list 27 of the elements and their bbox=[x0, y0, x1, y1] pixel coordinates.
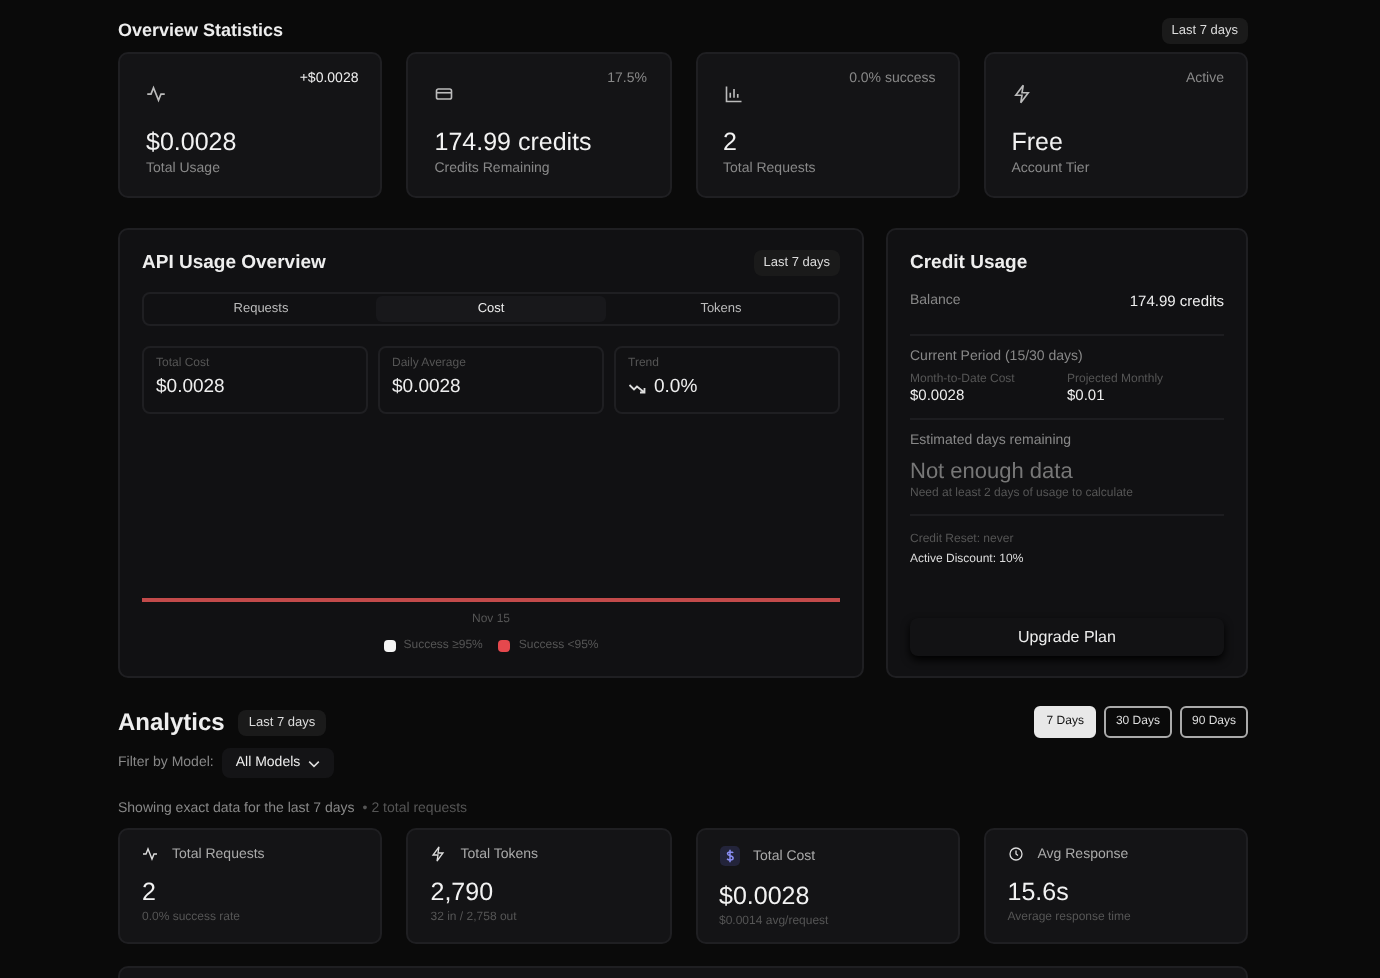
dollar-icon bbox=[719, 846, 739, 866]
lightning-icon bbox=[1011, 84, 1032, 104]
metric-value: 2 bbox=[142, 878, 158, 906]
metric-value: $0.0028 bbox=[719, 882, 812, 910]
stat-value: Free bbox=[1011, 128, 1065, 156]
metric-value: 0.0% bbox=[654, 376, 698, 398]
bar-chart-icon bbox=[723, 84, 743, 104]
activity-icon bbox=[146, 84, 166, 104]
stat-value: 174.99 credits bbox=[434, 128, 594, 156]
stat-value: 2 bbox=[723, 128, 739, 156]
upgrade-button[interactable]: Upgrade Plan bbox=[910, 618, 1224, 656]
section-title: Overview Statistics bbox=[118, 20, 284, 40]
chevron-down-icon bbox=[308, 759, 321, 767]
lightning-icon bbox=[430, 846, 447, 862]
credit-card-icon bbox=[434, 84, 455, 104]
panel-title: API Usage Overview bbox=[142, 252, 326, 274]
activity-icon bbox=[142, 846, 158, 862]
metric-value: $0.0028 bbox=[156, 376, 225, 398]
metric-value: 2,790 bbox=[430, 878, 496, 906]
estimate-value: Not enough data bbox=[910, 460, 1075, 484]
panel-title: Credit Usage bbox=[910, 252, 1030, 274]
trend-down-icon bbox=[628, 381, 646, 393]
metric-value: 15.6s bbox=[1007, 878, 1071, 906]
stat-value: $0.0028 bbox=[146, 128, 239, 156]
metric-value: $0.0028 bbox=[392, 376, 461, 398]
clock-icon bbox=[1007, 846, 1024, 862]
section-title: Analytics bbox=[118, 708, 225, 736]
